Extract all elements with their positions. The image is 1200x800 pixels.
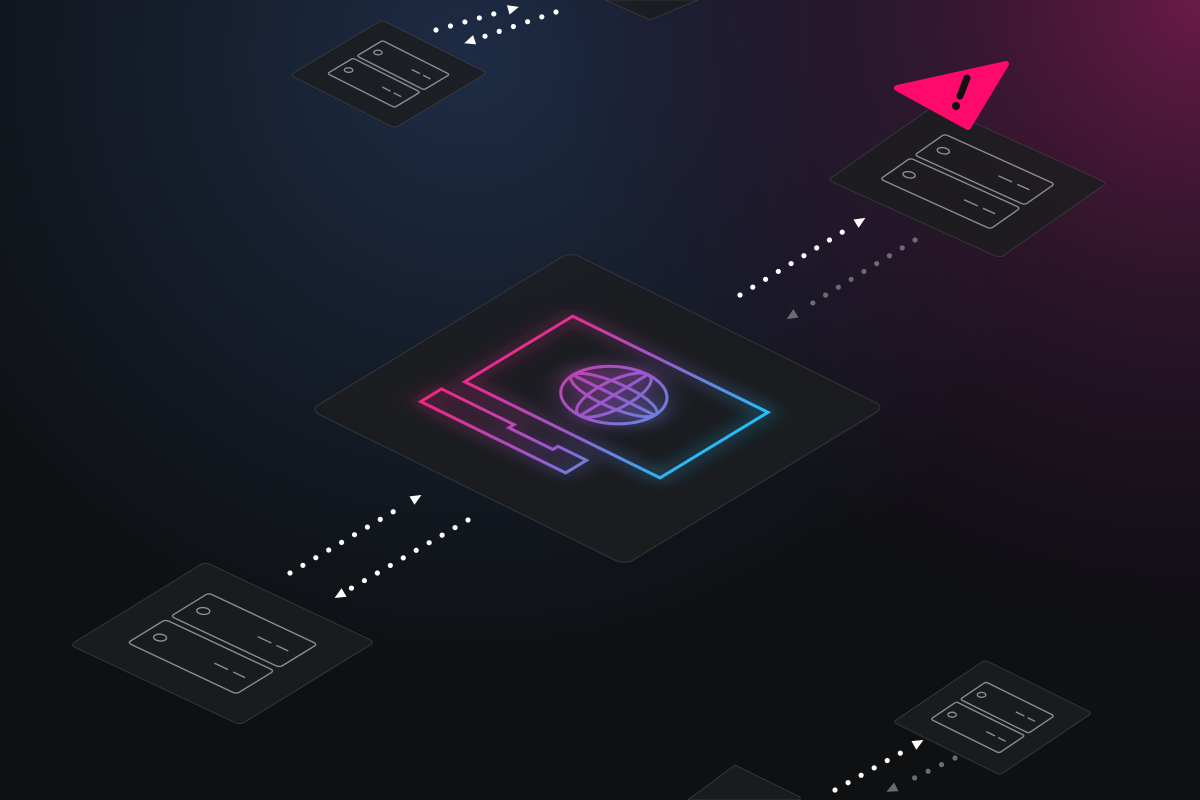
link-dot <box>775 268 781 275</box>
link-dot <box>912 775 918 781</box>
link-dot <box>874 261 880 267</box>
link-dot <box>400 555 406 561</box>
link-dot <box>351 532 358 538</box>
link-dot <box>886 253 893 259</box>
link-dot <box>839 229 845 235</box>
link-dot <box>553 9 559 15</box>
link-dot <box>413 547 419 553</box>
link-dot <box>374 570 380 576</box>
link-dot <box>510 23 517 30</box>
link-dot <box>476 15 482 21</box>
link-dot <box>884 757 890 764</box>
link-dot <box>300 562 306 568</box>
link-dot <box>832 787 838 793</box>
link-dot <box>952 755 958 761</box>
link-dot <box>750 284 756 290</box>
link-dot <box>462 19 468 25</box>
link-dot <box>823 292 829 298</box>
link-dot <box>861 268 867 275</box>
link-dot <box>426 540 432 546</box>
link-dot <box>899 245 905 251</box>
link-dot <box>326 547 332 553</box>
link-dot <box>338 539 345 545</box>
link-dot <box>491 11 497 17</box>
link-dot <box>496 28 502 34</box>
link-dot <box>835 284 841 290</box>
link-dot <box>482 33 488 39</box>
link-dot <box>912 237 918 243</box>
link-dot <box>762 276 769 282</box>
link-dot <box>737 292 743 298</box>
link-dot <box>361 577 368 584</box>
link-dot <box>801 253 807 259</box>
link-dot <box>938 762 945 768</box>
link-dot <box>845 780 851 786</box>
link-dot <box>848 276 854 282</box>
link-dot <box>439 532 445 538</box>
link-dot <box>287 570 293 576</box>
link-dot <box>897 750 903 756</box>
link-dot <box>925 768 931 774</box>
link-dot <box>525 19 531 25</box>
link-dot <box>377 516 383 522</box>
link-dot <box>826 237 833 243</box>
link-dot <box>539 14 545 20</box>
link-dot <box>452 524 458 531</box>
link-dot <box>871 765 877 771</box>
link-dot <box>814 245 820 251</box>
link-dot <box>433 27 439 33</box>
link-dot <box>364 524 370 530</box>
link-dot <box>465 517 471 523</box>
link-dot <box>447 23 454 29</box>
link-dot <box>348 585 355 591</box>
link-dot <box>390 509 396 515</box>
link-dot <box>788 260 794 267</box>
link-dot <box>810 300 816 306</box>
link-dot <box>858 772 864 778</box>
link-dot <box>313 555 319 561</box>
link-dot <box>387 562 393 569</box>
network-diagram <box>0 0 1200 800</box>
